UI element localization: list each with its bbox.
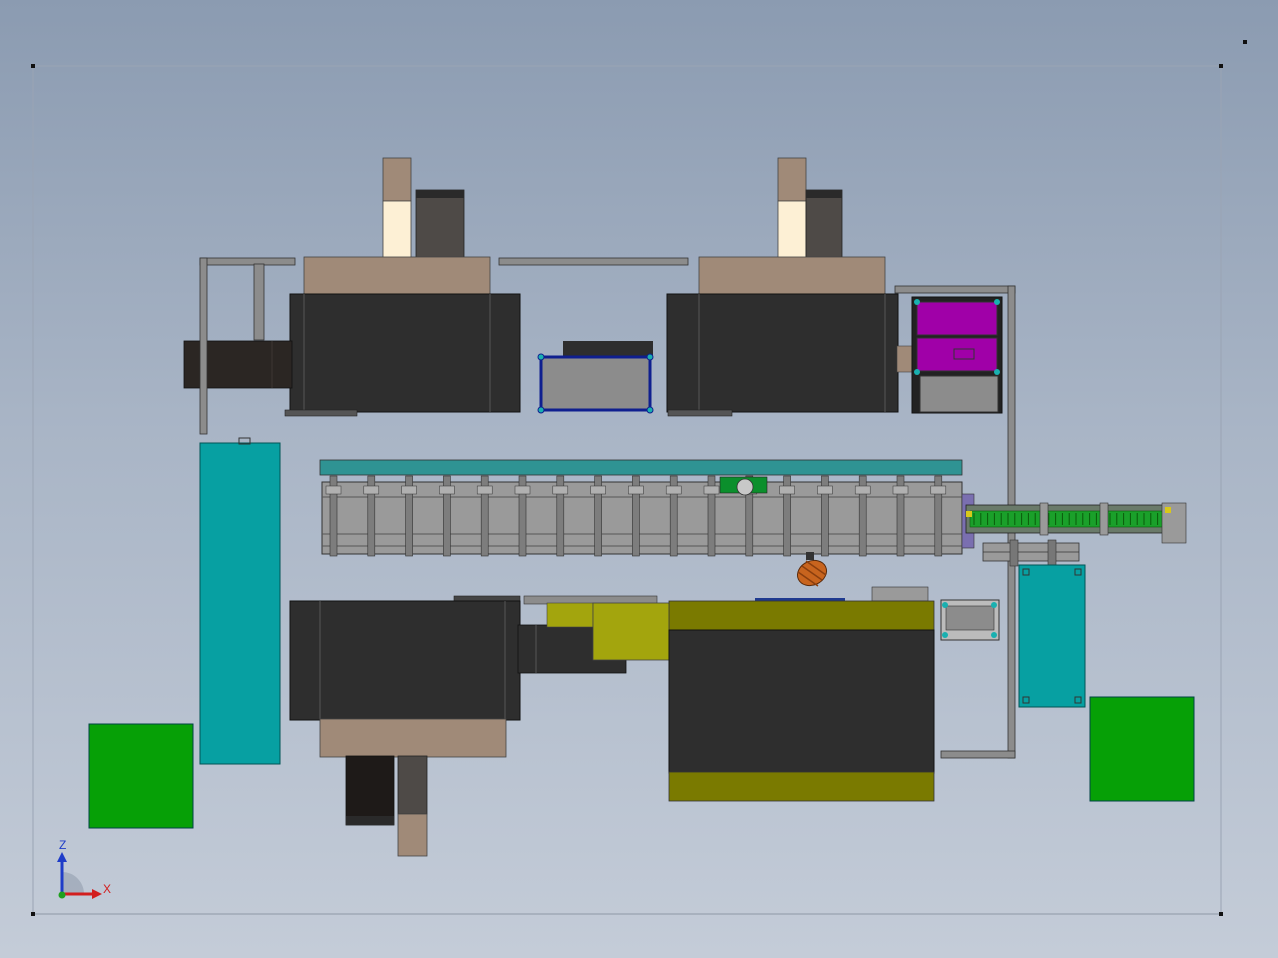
robot-motor-part[interactable] — [793, 552, 830, 590]
conveyor-clamp — [590, 485, 606, 495]
magenta-bin-station[interactable] — [911, 296, 1003, 414]
large-olive-machine[interactable] — [668, 586, 935, 802]
blue-framed-tray[interactable] — [537, 341, 654, 414]
conveyor-clamp — [476, 485, 493, 495]
top-right-machine[interactable] — [666, 157, 914, 417]
conveyor-clamp — [401, 485, 417, 495]
right-green-pallet[interactable] — [1089, 696, 1195, 802]
conveyor-clamp — [325, 485, 342, 495]
conveyor-clamp — [552, 485, 569, 495]
transfer-conveyor[interactable] — [965, 502, 1187, 567]
top-left-machine[interactable] — [183, 157, 521, 417]
main-conveyor[interactable] — [319, 459, 975, 557]
cad-layout-drawing[interactable] — [0, 0, 1278, 958]
conveyor-clamp — [854, 485, 871, 495]
conveyor-clamp — [892, 485, 909, 495]
small-fixture-box[interactable] — [940, 599, 1000, 641]
coordinate-triad — [57, 852, 102, 899]
left-teal-workbench[interactable] — [199, 437, 281, 765]
left-green-pallet[interactable] — [88, 723, 194, 829]
conveyor-clamp — [930, 485, 947, 495]
conveyor-clamp — [665, 485, 682, 495]
cad-viewport[interactable]: Z X — [0, 0, 1278, 958]
bottom-left-machine[interactable] — [289, 595, 627, 857]
y-axis-dot — [58, 891, 66, 899]
conveyor-clamp — [779, 485, 795, 495]
right-teal-plate[interactable] — [1018, 564, 1086, 708]
z-axis-label: Z — [59, 838, 67, 852]
conveyor-clamp — [439, 485, 455, 495]
x-axis-label: X — [103, 882, 112, 896]
conveyor-clamp — [817, 485, 833, 495]
conveyor-clamp — [628, 485, 644, 495]
conveyor-clamp — [363, 485, 380, 495]
conveyor-clamp — [703, 485, 720, 495]
conveyor-clamp — [514, 485, 531, 495]
